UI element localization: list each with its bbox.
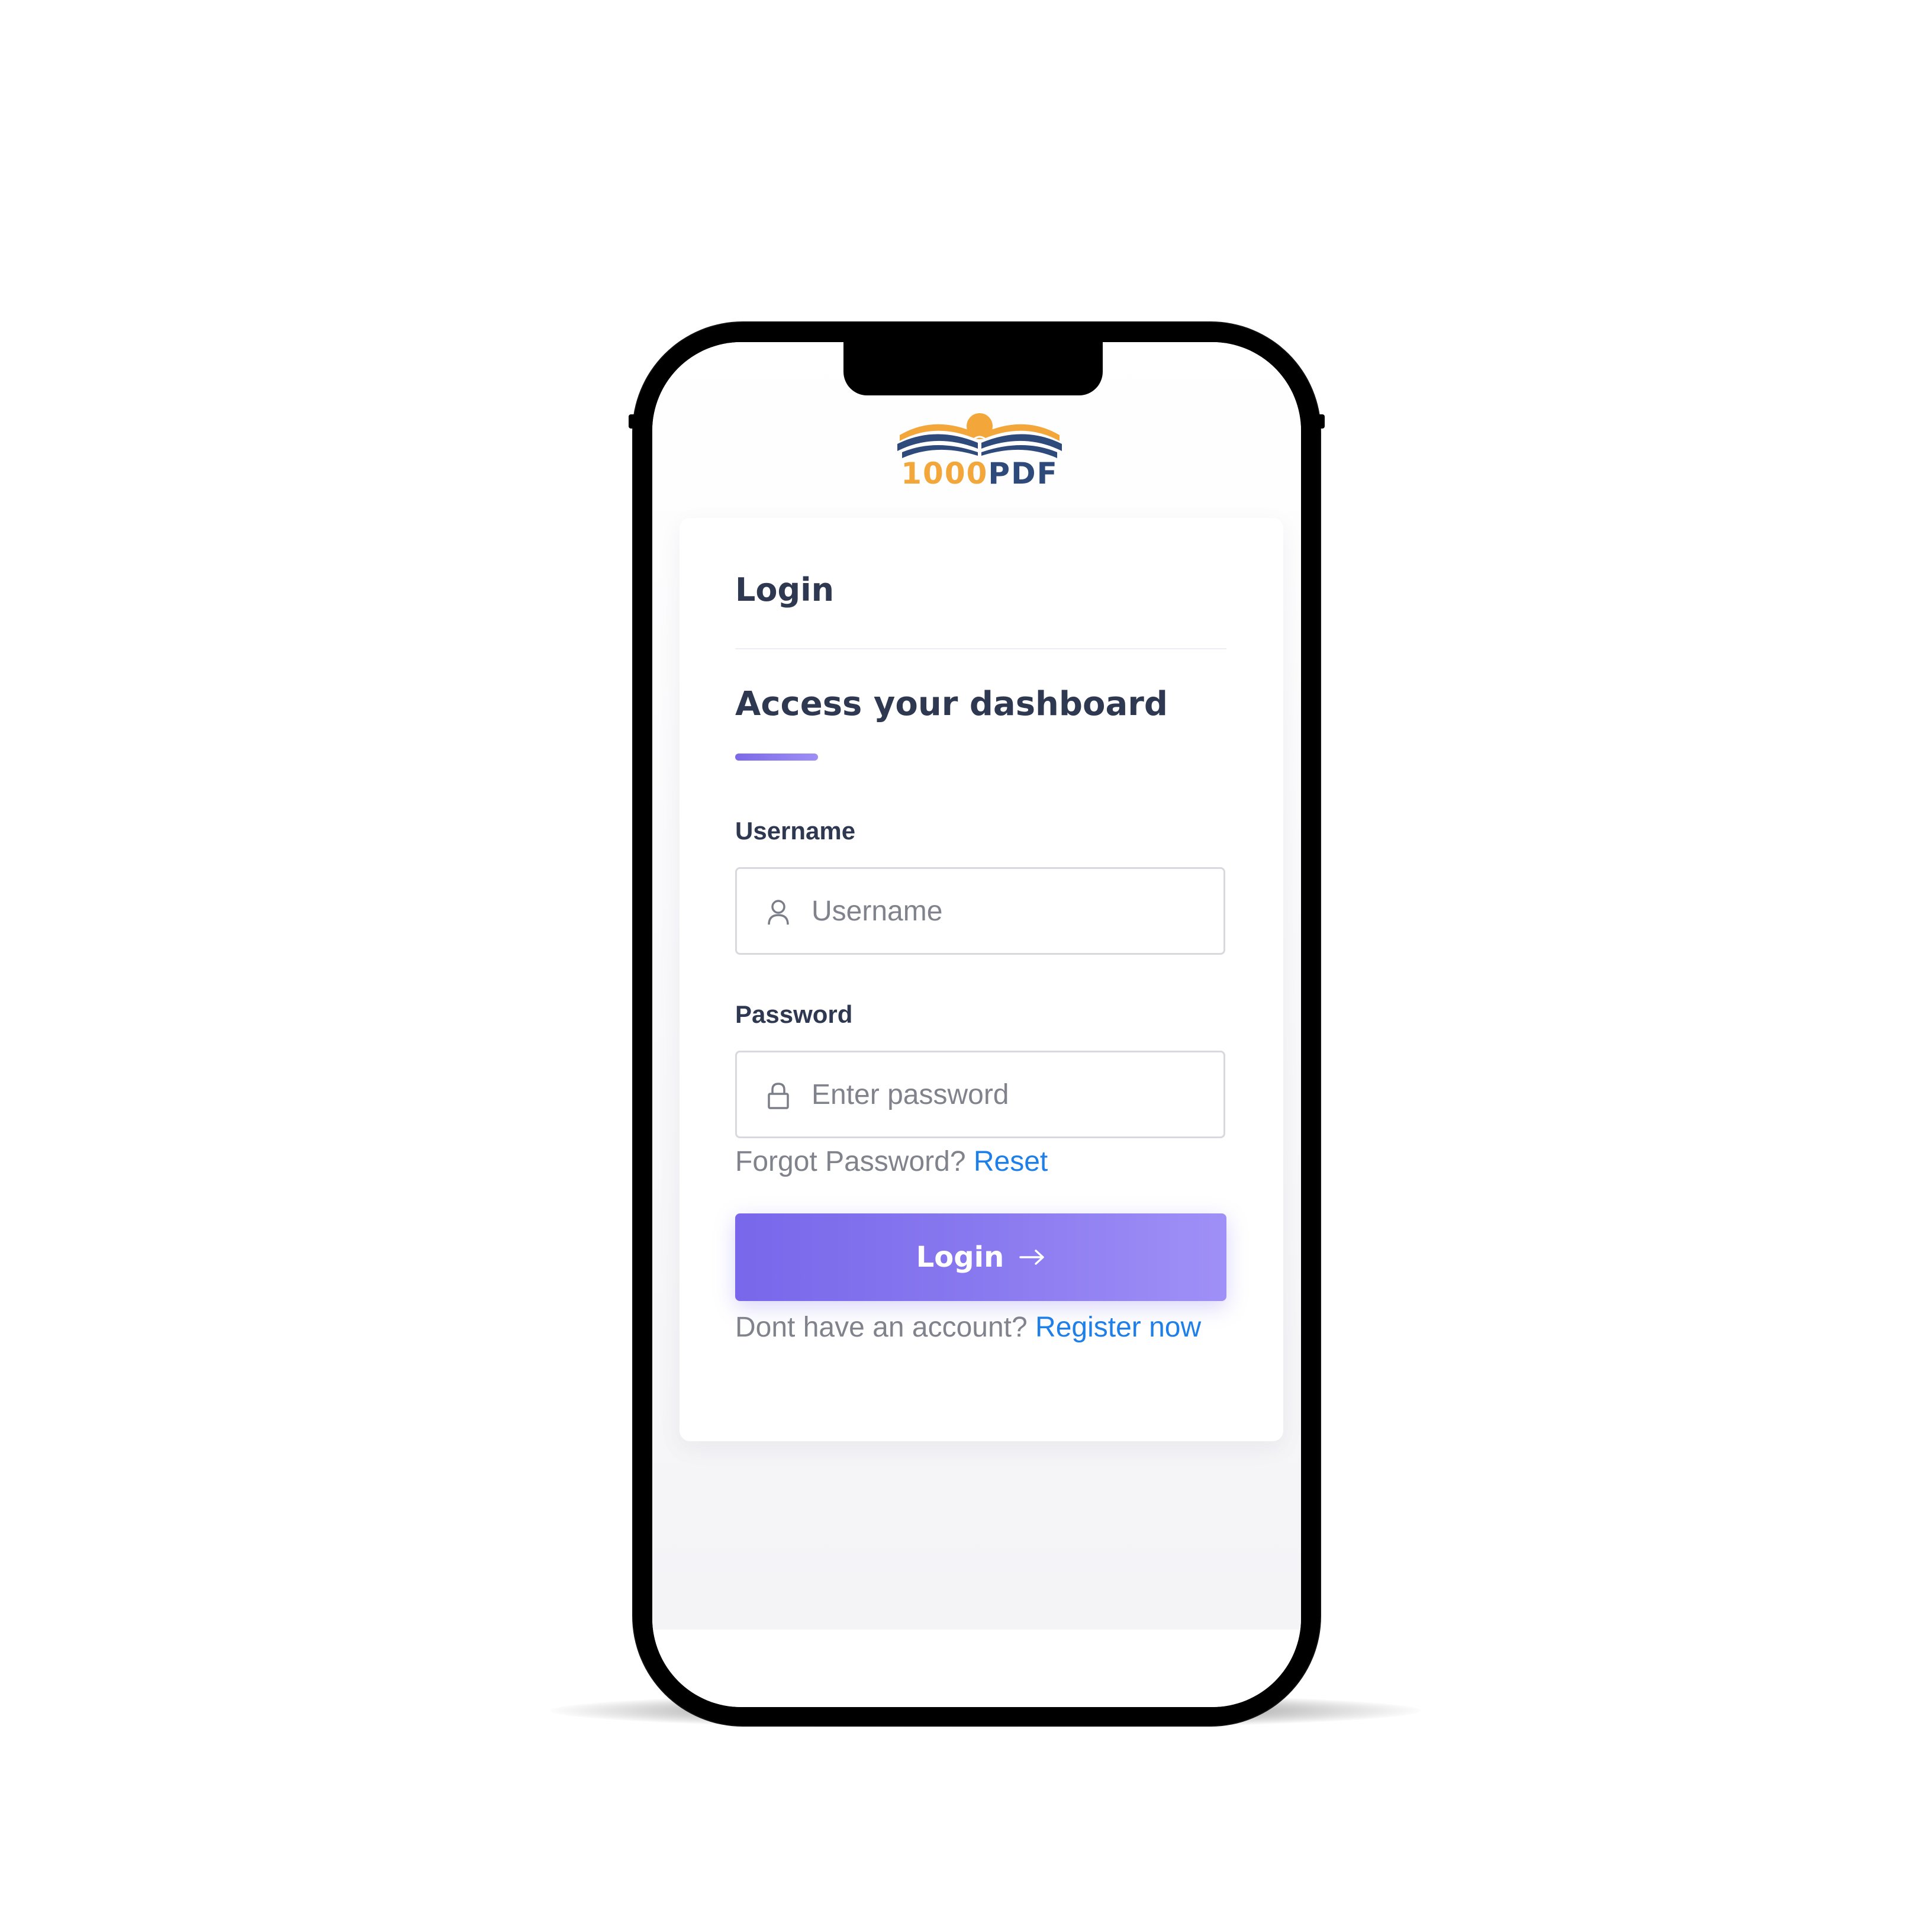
forgot-password-row: Forgot Password? Reset xyxy=(735,1145,1048,1178)
accent-underline xyxy=(735,754,818,761)
password-input[interactable]: Enter password xyxy=(735,1051,1225,1138)
stage: 1000PDF Login Access your dashboard User… xyxy=(0,0,1932,1932)
username-input[interactable]: Username xyxy=(735,867,1225,955)
lock-icon xyxy=(768,1083,789,1109)
phone-notch xyxy=(843,331,1103,395)
logo-wordmark: 1000PDF xyxy=(901,456,1058,491)
register-link[interactable]: Register now xyxy=(1035,1312,1201,1343)
password-label: Password xyxy=(735,1000,853,1028)
user-icon xyxy=(768,900,789,925)
screen-bottom-area xyxy=(652,1630,1301,1707)
card-divider xyxy=(735,648,1226,649)
register-row: Dont have an account? Register now xyxy=(735,1305,1226,1350)
username-label: Username xyxy=(735,817,856,845)
forgot-password-text: Forgot Password? xyxy=(735,1146,966,1177)
side-button-left xyxy=(629,414,636,429)
reset-link[interactable]: Reset xyxy=(974,1146,1048,1177)
username-placeholder: Username xyxy=(812,896,943,927)
card-subtitle: Access your dashboard xyxy=(735,685,1168,723)
brand-logo: 1000PDF xyxy=(894,408,1065,491)
book-logo-icon xyxy=(897,413,1062,458)
side-button-right xyxy=(1318,414,1325,429)
register-text: Dont have an account? xyxy=(735,1312,1028,1343)
arrow-right-icon xyxy=(1019,1250,1045,1265)
login-button[interactable]: Login xyxy=(735,1213,1226,1301)
login-button-label: Login xyxy=(916,1241,1004,1274)
card-title: Login xyxy=(735,571,835,608)
password-placeholder: Enter password xyxy=(812,1079,1009,1110)
login-card: Login Access your dashboard Username Use… xyxy=(680,518,1283,1441)
